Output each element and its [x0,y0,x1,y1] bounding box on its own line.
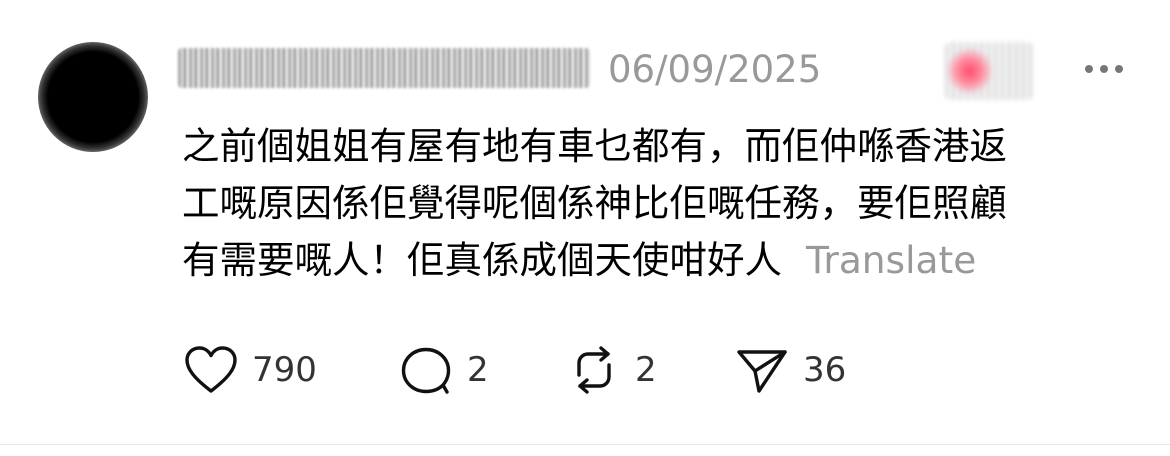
post-body: 之前個姐姐有屋有地有車乜都有，而佢仲喺香港返 工嘅原因係佢覺得呢個係神比佢嘅任務… [182,118,1132,289]
repost-button[interactable]: 2 [567,340,735,400]
comment-bubble-icon [401,347,451,394]
post-text-line: 工嘅原因係佢覺得呢個係神比佢嘅任務，要佢照顧 [182,181,1007,225]
share-count: 36 [803,350,847,390]
repost-count: 2 [635,350,657,390]
heart-icon [185,346,237,393]
more-options-button[interactable] [1082,52,1126,86]
thread-post: 06/09/2025 之前個姐姐有屋有地有車乜都有，而佢仲喺香港返 工嘅原因係佢… [0,0,1170,456]
post-text-line: 有需要嘅人！佢真係成個天使咁好人 Translate [182,232,1132,289]
share-button[interactable]: 36 [735,340,875,400]
send-icon [737,350,787,393]
post-text-line-content: 有需要嘅人！佢真係成個天使咁好人 [182,238,782,282]
translate-link[interactable]: Translate [806,238,976,282]
avatar[interactable] [38,42,148,152]
repost-icon [577,346,611,394]
action-bar: 790 2 2 36 [184,340,875,400]
like-button[interactable]: 790 [184,340,399,400]
divider [0,444,1170,445]
post-text-line: 之前個姐姐有屋有地有車乜都有，而佢仲喺香港返 [182,124,1007,168]
reply-count: 2 [467,350,489,390]
post-timestamp: 06/09/2025 [608,48,822,91]
blurred-badge [945,42,1033,100]
more-horizontal-icon [1085,65,1123,73]
like-count: 790 [252,350,317,390]
username-blurred[interactable] [178,48,590,88]
reply-button[interactable]: 2 [399,340,567,400]
